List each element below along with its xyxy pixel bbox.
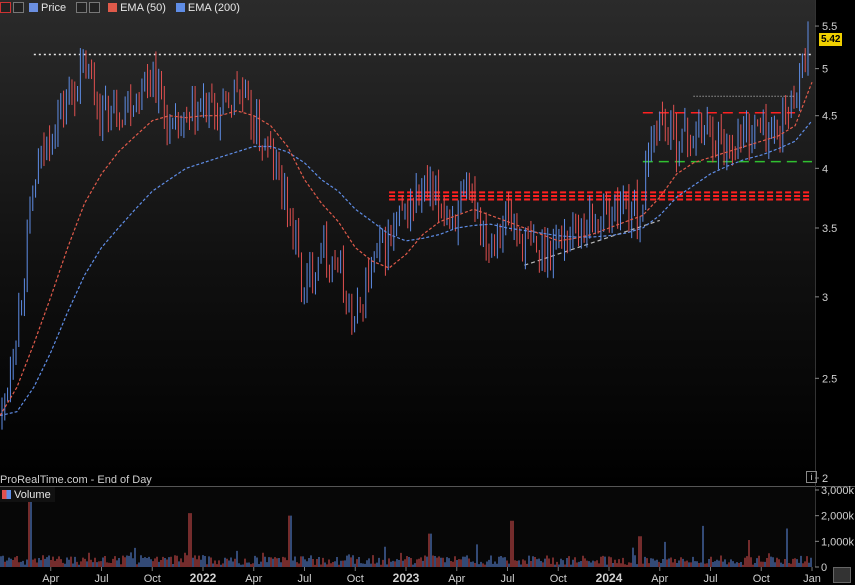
volume-swatch [2,490,11,499]
y-tick-label: 4.5 [822,111,837,123]
minimize-icon[interactable] [13,2,24,13]
x-tick-label: Apr [651,573,668,585]
x-tick-label: Jul [500,573,514,585]
x-tick-label: 2022 [190,571,217,585]
y-tick-label: 5.5 [822,21,837,33]
volume-tick-label: 0 [821,562,827,574]
last-price-tag: 5.42 [819,33,843,46]
close-icon[interactable] [0,2,11,13]
info-icon[interactable]: i [806,471,817,483]
x-tick-label: Apr [448,573,465,585]
x-tick-label: 2023 [393,571,420,585]
volume-legend-label: Volume [14,488,51,501]
data-credit: ProRealTime.com - End of Day [0,474,152,486]
x-tick-label: Jul [297,573,311,585]
x-tick-label: Apr [42,573,59,585]
scroll-corner-button[interactable] [833,567,851,583]
y-tick-label: 3 [822,292,828,304]
ema200-legend-label: EMA (200) [187,1,240,14]
x-tick-label: Jul [703,573,717,585]
x-tick-label: Oct [753,573,770,585]
ema50-swatch [108,3,118,12]
chart-legend: Price EMA (50) EMA (200) [0,0,244,15]
price-panel-background [0,0,815,486]
x-tick-label: Oct [144,573,161,585]
y-tick-label: 2.5 [822,373,837,385]
volume-tick-label: 2,000k [821,511,855,523]
maximize-icon[interactable] [89,2,101,13]
x-tick-label: Apr [245,573,262,585]
price-legend-label: Price [41,1,67,14]
x-tick-label: 2024 [596,571,623,585]
ema200-swatch [175,3,185,12]
volume-tick-label: 3,000k [821,485,855,497]
y-tick-label: 4 [822,163,828,175]
x-tick-label: Jan [803,573,821,585]
y-tick-label: 2 [822,473,828,485]
ema50-legend-label: EMA (50) [120,1,166,14]
volume-legend: Volume [0,487,55,502]
list-icon[interactable] [76,2,88,13]
price-swatch [29,3,38,12]
x-tick-label: Oct [550,573,567,585]
y-tick-label: 3.5 [822,223,837,235]
x-tick-label: Jul [94,573,108,585]
chart-svg[interactable]: 2 2.5 3 3.5 4 4.5 5 5.5 3,000k 2,000k 1,000k 0 Apr… [0,0,855,585]
x-tick-label: Oct [347,573,364,585]
volume-panel-background [0,487,815,567]
y-tick-label: 5 [822,64,828,76]
volume-tick-label: 1,000k [821,536,855,548]
